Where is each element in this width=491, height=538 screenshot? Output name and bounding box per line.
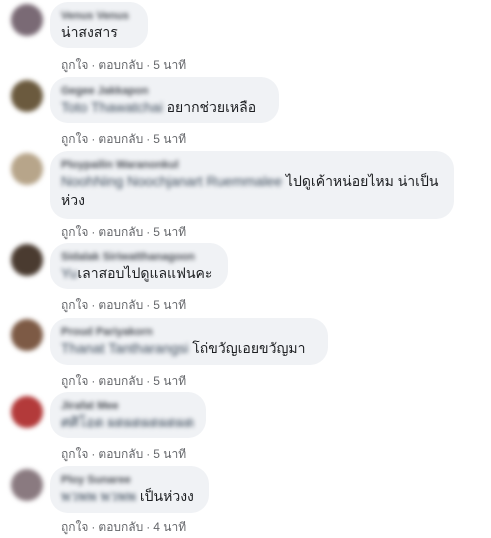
avatar[interactable] <box>11 319 43 351</box>
comment-meta: ถูกใจ · ตอบกลับ · 5 นาที <box>61 445 186 464</box>
tagged-name[interactable]: ศศิโอด ผดผดผดผดผด <box>61 414 194 430</box>
comment-bubble: Ploypailin Waranonkul NoohNing Noochjana… <box>50 151 454 219</box>
comment-bubble: Proud Pariyakorn Thanat Tantharangsi โถ่… <box>50 318 328 365</box>
avatar[interactable] <box>11 80 43 112</box>
comment-text: NoohNing Noochjanart Ruemmalee ไปดูเค้าห… <box>61 173 439 208</box>
reply-link[interactable]: ตอบกลับ <box>98 372 143 391</box>
comment-text: Yuเลาสอบไปดูแลแฟนคะ <box>61 265 213 281</box>
comment-text: Thanat Tantharangsi โถ่ขวัญเอยขวัญมา <box>61 340 306 356</box>
avatar[interactable] <box>11 153 43 185</box>
comment-time[interactable]: 5 นาที <box>153 296 186 315</box>
comment-meta: ถูกใจ · ตอบกลับ · 4 นาที <box>61 518 186 537</box>
comment-text: น่าสงสาร <box>61 24 118 40</box>
comment-time[interactable]: 4 นาที <box>153 518 186 537</box>
comment-bubble: Ploy Sunaree พวพพ พวพพ เป็นห่วงง <box>50 466 209 513</box>
comment-author[interactable]: Ploypailin Waranonkul <box>61 158 443 172</box>
like-link[interactable]: ถูกใจ <box>61 223 88 242</box>
comment-meta: ถูกใจ · ตอบกลับ · 5 นาที <box>61 130 186 149</box>
like-link[interactable]: ถูกใจ <box>61 445 88 464</box>
comment-bubble: Sidalak Siriwatthanagoon Yuเลาสอบไปดูแลแ… <box>50 243 228 289</box>
comment-meta: ถูกใจ · ตอบกลับ · 5 นาที <box>61 372 186 391</box>
reply-link[interactable]: ตอบกลับ <box>98 56 143 75</box>
like-link[interactable]: ถูกใจ <box>61 56 88 75</box>
tagged-name[interactable]: Thanat Tantharangsi <box>61 340 188 356</box>
avatar[interactable] <box>11 469 43 501</box>
reply-link[interactable]: ตอบกลับ <box>98 130 143 149</box>
comment-author[interactable]: Ploy Sunaree <box>61 473 198 487</box>
comment-meta: ถูกใจ · ตอบกลับ · 5 นาที <box>61 223 186 242</box>
comment-time[interactable]: 5 นาที <box>153 130 186 149</box>
avatar[interactable] <box>11 4 43 36</box>
tagged-name[interactable]: พวพพ พวพพ <box>61 488 136 504</box>
like-link[interactable]: ถูกใจ <box>61 130 88 149</box>
comment-meta: ถูกใจ · ตอบกลับ · 5 นาที <box>61 56 186 75</box>
comment-time[interactable]: 5 นาที <box>153 445 186 464</box>
comment-time[interactable]: 5 นาที <box>153 372 186 391</box>
like-link[interactable]: ถูกใจ <box>61 372 88 391</box>
tagged-name[interactable]: NoohNing Noochjanart Ruemmalee <box>61 173 282 189</box>
comment-bubble: Gegee Jakkapon Toto Thawatchai อยากช่วยเ… <box>50 77 279 123</box>
reply-link[interactable]: ตอบกลับ <box>98 296 143 315</box>
comment-text: Toto Thawatchai อยากช่วยเหลือ <box>61 99 257 115</box>
comment-time[interactable]: 5 นาที <box>153 223 186 242</box>
like-link[interactable]: ถูกใจ <box>61 518 88 537</box>
reply-link[interactable]: ตอบกลับ <box>98 445 143 464</box>
comment-author[interactable]: Proud Pariyakorn <box>61 325 317 339</box>
avatar[interactable] <box>11 396 43 428</box>
comment-author[interactable]: Jirafat Mee <box>61 399 195 413</box>
reply-link[interactable]: ตอบกลับ <box>98 518 143 537</box>
like-link[interactable]: ถูกใจ <box>61 296 88 315</box>
avatar[interactable] <box>11 244 43 276</box>
tagged-name[interactable]: Yu <box>61 265 77 281</box>
comment-text: พวพพ พวพพ เป็นห่วงง <box>61 488 194 504</box>
comment-text: ศศิโอด ผดผดผดผดผด <box>61 413 195 432</box>
reply-link[interactable]: ตอบกลับ <box>98 223 143 242</box>
tagged-name[interactable]: Toto Thawatchai <box>61 99 163 115</box>
comment-author[interactable]: Sidalak Siriwatthanagoon <box>61 250 217 264</box>
comment-author[interactable]: Venus Venus <box>61 9 137 23</box>
comment-bubble: Venus Venus น่าสงสาร <box>50 2 148 48</box>
comment-time[interactable]: 5 นาที <box>153 56 186 75</box>
comment-bubble: Jirafat Mee ศศิโอด ผดผดผดผดผด <box>50 392 206 438</box>
comment-author[interactable]: Gegee Jakkapon <box>61 84 268 98</box>
comment-meta: ถูกใจ · ตอบกลับ · 5 นาที <box>61 296 186 315</box>
